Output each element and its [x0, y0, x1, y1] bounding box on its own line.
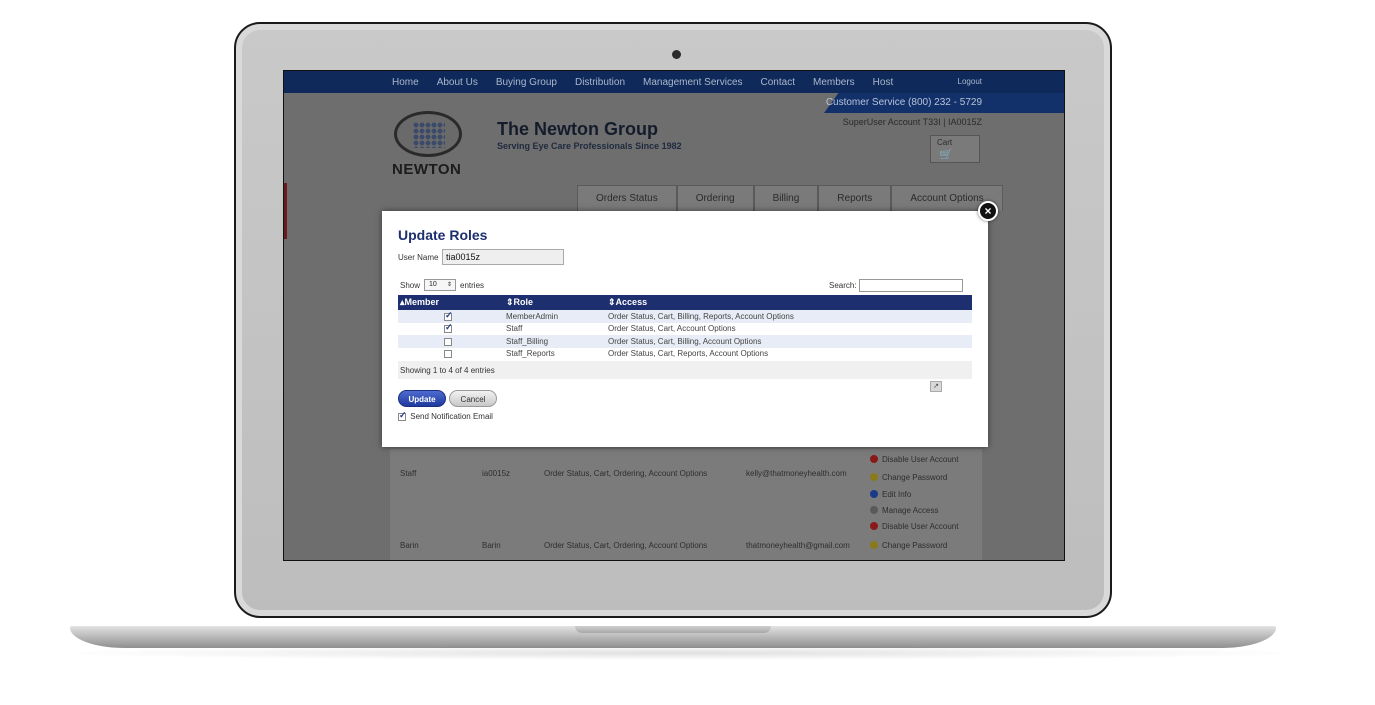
cart-button[interactable]: Cart 🛒: [930, 135, 980, 163]
account-text: SuperUser Account T33I | IA0015Z: [842, 117, 982, 127]
change-password-link[interactable]: Change Password: [870, 541, 947, 550]
export-icon[interactable]: ↗: [930, 381, 942, 392]
member-checkbox[interactable]: [444, 310, 453, 321]
bg-cell-access: Order Status, Cart, Ordering, Account Op…: [544, 541, 708, 550]
column-label: Access: [615, 297, 648, 307]
column-label: Role: [513, 297, 534, 307]
notify-row[interactable]: Send Notification Email: [398, 410, 493, 421]
close-icon[interactable]: ×: [978, 201, 998, 221]
tab-orders-status[interactable]: Orders Status: [577, 185, 677, 211]
action-label: Edit Info: [882, 490, 912, 499]
tab-billing[interactable]: Billing: [753, 185, 819, 211]
role-cell: Staff_Billing: [504, 335, 606, 348]
role-cell: Staff_Reports: [504, 347, 606, 360]
action-label: Disable User Account: [882, 455, 959, 464]
bg-cell-access: Order Status, Cart, Ordering, Account Op…: [544, 469, 708, 478]
role-cell: MemberAdmin: [504, 310, 606, 323]
subtabs: Orders Status Ordering Billing Reports A…: [577, 185, 1003, 211]
tab-ordering[interactable]: Ordering: [676, 185, 754, 211]
column-header-member[interactable]: ▴Member: [398, 295, 504, 310]
update-roles-modal: Update Roles User Name Show 10 ⇕ entries…: [382, 211, 988, 447]
showing-entries-text: Showing 1 to 4 of 4 entries: [400, 366, 495, 375]
nav-item-management-services[interactable]: Management Services: [643, 77, 743, 88]
customer-service-text: Customer Service (800) 232 - 5729: [825, 97, 982, 108]
action-label: Change Password: [882, 473, 948, 482]
nav-item-distribution[interactable]: Distribution: [575, 77, 625, 88]
cart-icon: 🛒: [939, 149, 953, 161]
member-cell: [398, 322, 504, 335]
entries-select[interactable]: 10 ⇕: [424, 279, 456, 291]
search-label: Search:: [829, 281, 857, 290]
company-name: The Newton Group: [497, 119, 658, 139]
disable-user-account-link[interactable]: Disable User Account: [870, 455, 958, 464]
bg-cell-email: kelly@thatmoneyhealth.com: [746, 469, 847, 478]
disable-user-account-link[interactable]: Disable User Account: [870, 522, 958, 531]
show-label: Show: [400, 281, 421, 290]
tagline: Serving Eye Care Professionals Since 198…: [497, 141, 682, 151]
role-cell: Staff: [504, 322, 606, 335]
cart-label: Cart: [937, 138, 953, 147]
laptop-base: [70, 626, 1276, 648]
edit-info-link[interactable]: Edit Info: [870, 490, 911, 499]
screen: Home About Us Buying Group Distribution …: [283, 70, 1065, 561]
member-cell: [398, 347, 504, 360]
logout-link[interactable]: Logout: [958, 77, 982, 86]
nav-item-home[interactable]: Home: [392, 77, 419, 88]
access-cell: Order Status, Cart, Billing, Account Opt…: [606, 335, 972, 348]
member-cell: [398, 310, 504, 323]
search-input[interactable]: [859, 279, 963, 292]
nav-item-host[interactable]: Host: [873, 77, 894, 88]
laptop-notch: [575, 626, 771, 633]
action-label: Change Password: [882, 541, 948, 550]
access-cell: Order Status, Cart, Reports, Account Opt…: [606, 347, 972, 360]
member-checkbox[interactable]: [444, 350, 452, 359]
cancel-button[interactable]: Cancel: [449, 390, 497, 407]
bg-cell-user: Barin: [482, 541, 501, 550]
chevron-updown-icon: ⇕: [446, 282, 452, 288]
action-label: Manage Access: [882, 506, 939, 515]
entries-label: entries: [460, 281, 485, 290]
newton-logo-icon: [394, 111, 462, 157]
modal-title: Update Roles: [398, 227, 488, 243]
bg-cell-role: Staff: [400, 469, 417, 478]
notify-checkbox[interactable]: [398, 410, 407, 421]
nav-item-about-us[interactable]: About Us: [437, 77, 478, 88]
table-row: Staff Order Status, Cart, Account Option…: [398, 322, 972, 335]
column-header-role[interactable]: ⇕Role: [504, 295, 606, 310]
nav-item-members[interactable]: Members: [813, 77, 855, 88]
table-header-row: ▴Member ⇕Role ⇕Access: [398, 295, 972, 310]
background-user-table: Staff ia0015z Order Status, Cart, Orderi…: [390, 449, 982, 560]
member-checkbox[interactable]: [444, 337, 452, 346]
camera-icon: [672, 50, 681, 59]
member-cell: [398, 335, 504, 348]
action-label: Disable User Account: [882, 522, 959, 531]
bg-cell-user: ia0015z: [482, 469, 511, 478]
tab-reports[interactable]: Reports: [818, 185, 892, 211]
roles-table: ▴Member ⇕Role ⇕Access MemberAdmin Order …: [398, 295, 972, 360]
username-label: User Name: [398, 253, 439, 262]
table-row: MemberAdmin Order Status, Cart, Billing,…: [398, 310, 972, 323]
member-checkbox[interactable]: [444, 322, 453, 334]
column-label: Member: [404, 297, 440, 307]
username-input[interactable]: [442, 249, 564, 265]
top-navigation: Home About Us Buying Group Distribution …: [284, 71, 1064, 93]
update-button[interactable]: Update: [398, 390, 446, 407]
left-accent: [284, 183, 287, 239]
table-row: Staff_Billing Order Status, Cart, Billin…: [398, 335, 972, 348]
access-cell: Order Status, Cart, Account Options: [606, 322, 972, 335]
logo-wordmark: NEWTON: [392, 161, 462, 178]
notify-label: Send Notification Email: [410, 412, 493, 421]
change-password-link[interactable]: Change Password: [870, 473, 947, 482]
entries-value: 10: [429, 281, 437, 288]
bg-cell-role: Barin: [400, 541, 419, 550]
manage-access-link[interactable]: Manage Access: [870, 506, 938, 515]
nav-item-buying-group[interactable]: Buying Group: [496, 77, 557, 88]
nav-item-contact[interactable]: Contact: [761, 77, 795, 88]
access-cell: Order Status, Cart, Billing, Reports, Ac…: [606, 310, 972, 323]
table-row: Staff_Reports Order Status, Cart, Report…: [398, 347, 972, 360]
column-header-access[interactable]: ⇕Access: [606, 295, 972, 310]
bg-cell-email: thatmoneyhealth@gmail.com: [746, 541, 850, 550]
laptop-shadow: [40, 646, 1320, 660]
